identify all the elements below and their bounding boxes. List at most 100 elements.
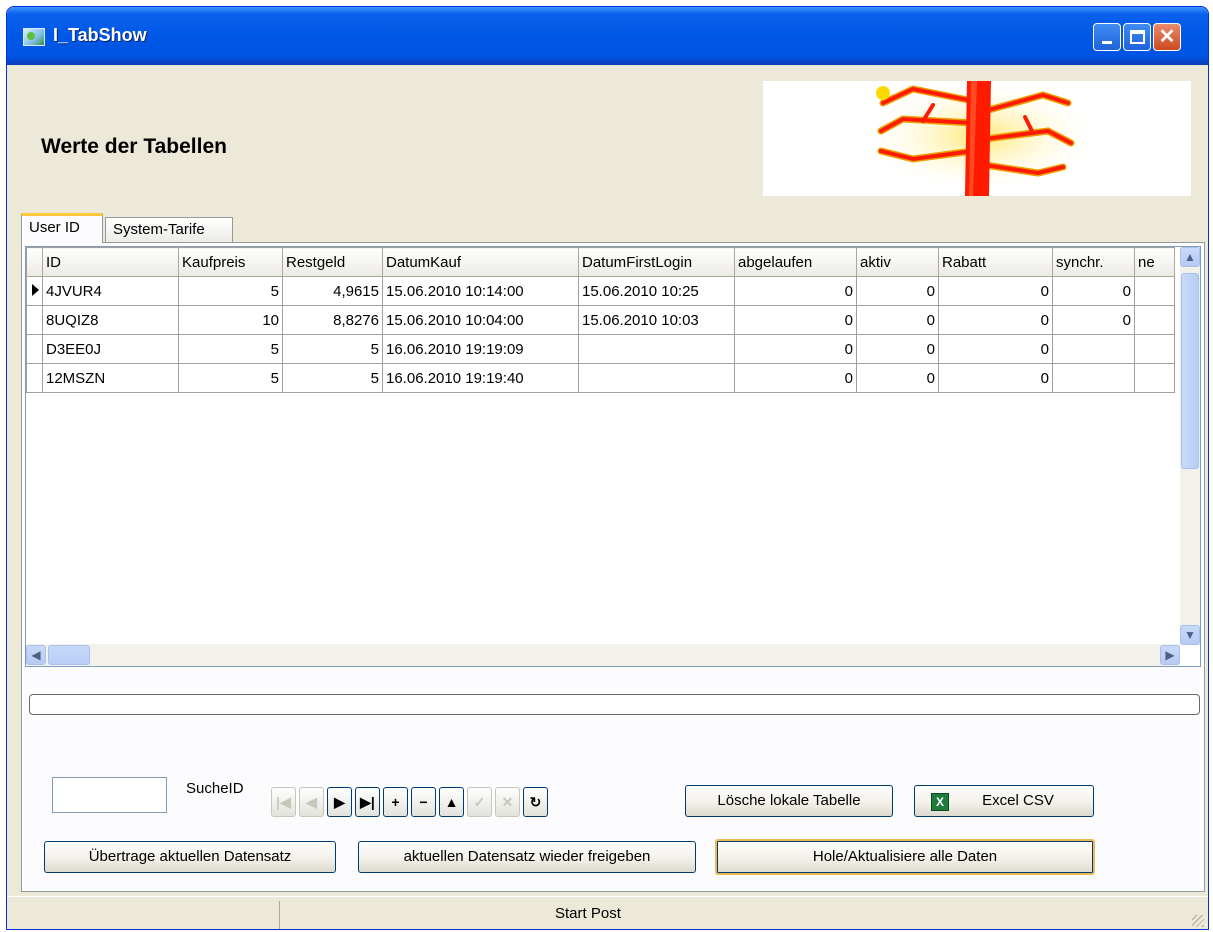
current-row-icon [32,283,39,296]
table-cell[interactable]: 0 [856,363,939,393]
table-cell[interactable] [1134,363,1175,393]
column-header[interactable]: DatumFirstLogin [578,247,735,277]
table-row[interactable]: 8UQIZ8 10 8,8276 15.06.2010 10:04:00 15.… [26,305,1175,335]
fetch-all-data-button[interactable]: Hole/Aktualisiere alle Daten [715,839,1095,875]
status-separator [279,901,280,929]
table-cell[interactable]: 0 [734,363,857,393]
table-cell[interactable] [578,363,735,393]
status-text: Start Post [555,905,621,922]
row-indicator [26,305,43,335]
column-header[interactable]: ne [1134,247,1175,277]
column-header[interactable]: Kaufpreis [178,247,283,277]
table-cell[interactable] [1052,334,1135,364]
table-cell[interactable]: 15.06.2010 10:25 [578,276,735,306]
table-row[interactable]: 12MSZN 5 5 16.06.2010 19:19:40 0 0 0 [26,363,1175,393]
table-cell[interactable] [1134,276,1175,306]
table-cell[interactable]: 4,9615 [282,276,383,306]
tree-logo [763,78,1191,196]
app-icon[interactable] [23,28,45,46]
table-cell[interactable]: 8,8276 [282,305,383,335]
table-cell[interactable]: 0 [938,305,1053,335]
table-row[interactable]: 4JVUR4 5 4,9615 15.06.2010 10:14:00 15.0… [26,276,1175,306]
resize-grip-icon[interactable] [1192,915,1204,927]
table-row[interactable]: D3EE0J 5 5 16.06.2010 19:19:09 0 0 0 [26,334,1175,364]
table-cell[interactable]: 0 [938,276,1053,306]
table-cell[interactable]: 4JVUR4 [42,276,179,306]
table-cell[interactable] [578,334,735,364]
title-bar[interactable]: I_TabShow ✕ [7,7,1208,65]
excel-icon: X [931,793,949,811]
table-cell[interactable]: 5 [282,334,383,364]
column-header[interactable]: DatumKauf [382,247,579,277]
table-cell[interactable]: 0 [734,334,857,364]
first-record-button[interactable]: |◀ [271,787,296,817]
horizontal-scrollbar[interactable]: ◀ ▶ [26,644,1180,666]
indicator-header [26,247,43,277]
column-header[interactable]: Rabatt [938,247,1053,277]
table-cell[interactable]: 5 [178,276,283,306]
table-cell[interactable] [1052,363,1135,393]
table-cell[interactable]: 0 [938,334,1053,364]
insert-record-button[interactable]: + [383,787,408,817]
close-button[interactable]: ✕ [1153,23,1181,51]
column-header[interactable]: synchr. [1052,247,1135,277]
app-window: I_TabShow ✕ Werte der Tabellen User ID S… [6,6,1209,930]
table-cell[interactable]: 0 [1052,276,1135,306]
last-record-button[interactable]: ▶| [355,787,380,817]
next-record-button[interactable]: ▶ [327,787,352,817]
vertical-scrollbar[interactable]: ▲ ▼ [1180,247,1200,645]
table-cell[interactable]: 15.06.2010 10:14:00 [382,276,579,306]
delete-record-button[interactable]: − [411,787,436,817]
row-indicator [26,334,43,364]
table-cell[interactable] [1134,305,1175,335]
minimize-icon [1102,41,1112,44]
table-cell[interactable]: 0 [856,305,939,335]
table-cell[interactable] [1134,334,1175,364]
table-cell[interactable]: 5 [282,363,383,393]
scroll-up-icon[interactable]: ▲ [1180,247,1200,267]
post-record-button[interactable]: ✓ [467,787,492,817]
table-cell[interactable]: D3EE0J [42,334,179,364]
table-cell[interactable]: 5 [178,334,283,364]
table-cell[interactable]: 10 [178,305,283,335]
cancel-record-button[interactable]: ✕ [495,787,520,817]
excel-csv-button[interactable]: X Excel CSV [914,785,1094,817]
tab-user-id[interactable]: User ID [21,213,103,243]
table-cell[interactable]: 5 [178,363,283,393]
column-header[interactable]: ID [42,247,179,277]
data-grid[interactable]: ID Kaufpreis Restgeld DatumKauf DatumFir… [25,246,1201,667]
table-cell[interactable]: 16.06.2010 19:19:09 [382,334,579,364]
table-cell[interactable]: 15.06.2010 10:03 [578,305,735,335]
table-cell[interactable]: 15.06.2010 10:04:00 [382,305,579,335]
row-indicator [26,363,43,393]
table-cell[interactable]: 0 [856,334,939,364]
scroll-right-icon[interactable]: ▶ [1160,645,1180,665]
table-cell[interactable]: 0 [734,305,857,335]
table-cell[interactable]: 0 [856,276,939,306]
delete-local-table-button[interactable]: Lösche lokale Tabelle [685,785,893,817]
minimize-button[interactable] [1093,23,1121,51]
vertical-scroll-thumb[interactable] [1181,273,1199,469]
tab-system-tarife[interactable]: System-Tarife [105,217,233,242]
table-cell[interactable]: 0 [734,276,857,306]
maximize-button[interactable] [1123,23,1151,51]
table-cell[interactable]: 16.06.2010 19:19:40 [382,363,579,393]
release-record-button[interactable]: aktuellen Datensatz wieder freigeben [358,841,696,873]
column-header[interactable]: Restgeld [282,247,383,277]
prior-record-button[interactable]: ◀ [299,787,324,817]
excel-csv-label: Excel CSV [982,792,1054,809]
table-cell[interactable]: 12MSZN [42,363,179,393]
edit-record-button[interactable]: ▲ [439,787,464,817]
transfer-record-button[interactable]: Übertrage aktuellen Datensatz [44,841,336,873]
search-id-input[interactable] [52,777,167,813]
row-indicator [26,276,43,306]
column-header[interactable]: abgelaufen [734,247,857,277]
refresh-record-button[interactable]: ↻ [523,787,548,817]
table-cell[interactable]: 0 [938,363,1053,393]
scroll-left-icon[interactable]: ◀ [26,645,46,665]
table-cell[interactable]: 0 [1052,305,1135,335]
table-cell[interactable]: 8UQIZ8 [42,305,179,335]
column-header[interactable]: aktiv [856,247,939,277]
scroll-down-icon[interactable]: ▼ [1180,625,1200,645]
horizontal-scroll-thumb[interactable] [48,645,90,665]
